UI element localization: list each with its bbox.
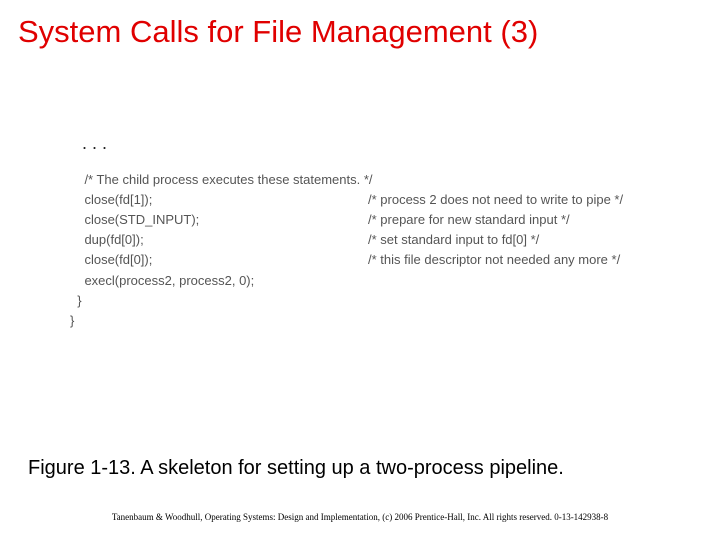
code-comment: /* this file descriptor not needed any m…	[368, 250, 620, 270]
code-block: . . . /* The child process executes thes…	[70, 130, 700, 331]
code-comment-header: /* The child process executes these stat…	[70, 170, 700, 190]
code-text: }	[70, 311, 74, 331]
code-line: close(fd[0]); /* this file descriptor no…	[70, 250, 700, 270]
figure-caption: Figure 1-13. A skeleton for setting up a…	[0, 457, 720, 480]
code-brace: }	[70, 311, 700, 331]
slide-title: System Calls for File Management (3)	[0, 0, 720, 50]
code-text: execl(process2, process2, 0);	[70, 271, 254, 291]
code-text: /* The child process executes these stat…	[70, 170, 373, 190]
code-line: dup(fd[0]); /* set standard input to fd[…	[70, 230, 700, 250]
code-text: close(fd[1]);	[70, 190, 368, 210]
code-comment: /* prepare for new standard input */	[368, 210, 570, 230]
copyright-footer: Tanenbaum & Woodhull, Operating Systems:…	[0, 512, 720, 522]
code-line: execl(process2, process2, 0);	[70, 271, 700, 291]
code-brace: }	[70, 291, 700, 311]
slide: System Calls for File Management (3) . .…	[0, 0, 720, 540]
code-comment: /* set standard input to fd[0] */	[368, 230, 539, 250]
code-text: }	[70, 291, 82, 311]
code-text: dup(fd[0]);	[70, 230, 368, 250]
code-line: close(fd[1]); /* process 2 does not need…	[70, 190, 700, 210]
ellipsis: . . .	[82, 130, 700, 158]
code-line: close(STD_INPUT); /* prepare for new sta…	[70, 210, 700, 230]
code-text: close(fd[0]);	[70, 250, 368, 270]
code-text: close(STD_INPUT);	[70, 210, 368, 230]
code-comment: /* process 2 does not need to write to p…	[368, 190, 623, 210]
